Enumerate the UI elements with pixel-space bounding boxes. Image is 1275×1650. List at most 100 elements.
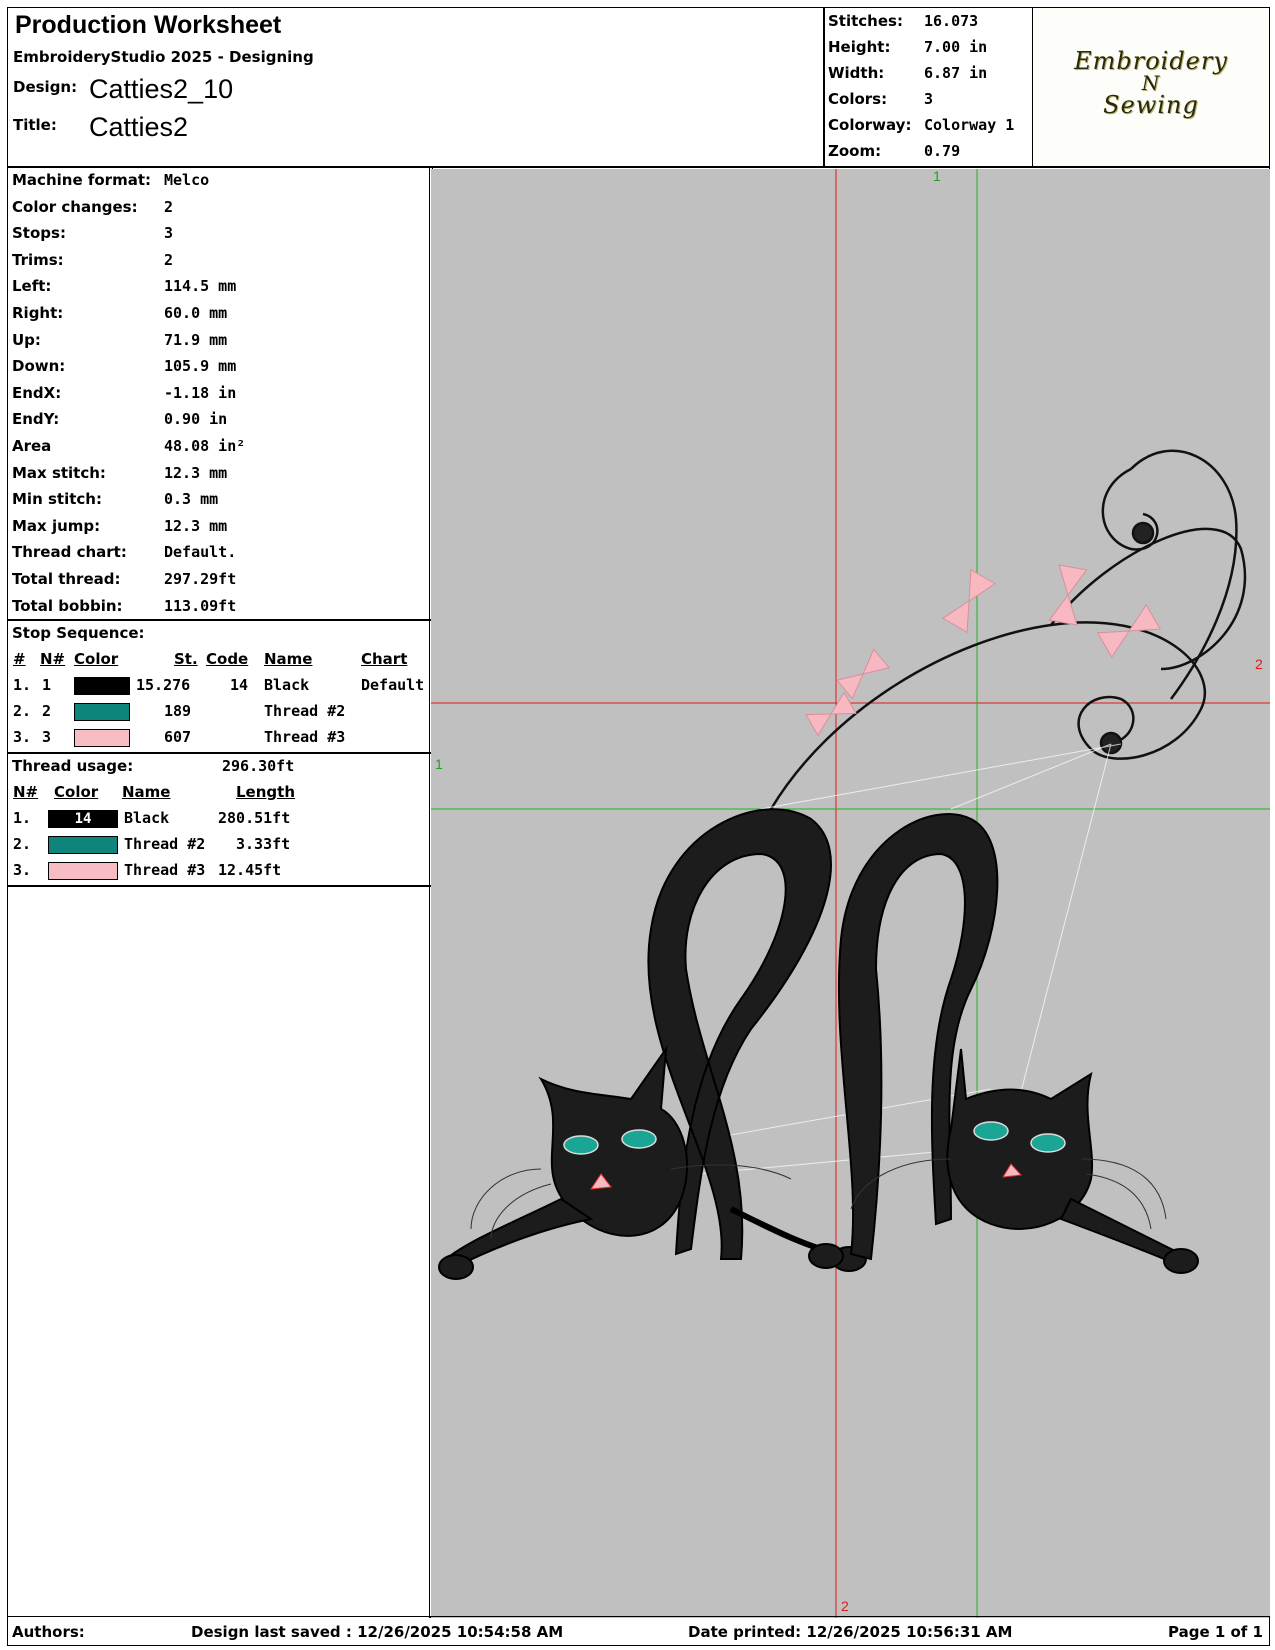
stop-row-stitches: 189 (164, 702, 192, 720)
usage-row-name: Thread #3 (124, 861, 206, 879)
stop-row-color-swatch (74, 729, 130, 747)
usage-row-length: 280.51ft (218, 809, 291, 827)
machine-value: 297.29ft (164, 570, 237, 588)
right-cat-paw (1163, 1248, 1199, 1274)
col-header-code: Code (206, 650, 249, 668)
machine-label: Left: (12, 277, 52, 296)
machine-label: Max stitch: (12, 463, 106, 482)
thread-usage-box: Thread usage: 296.30ft N# Color Name Len… (7, 752, 433, 887)
summary-label: Colorway: (828, 116, 912, 134)
stop-row-n: 1 (42, 676, 52, 694)
machine-value: 105.9 mm (164, 357, 237, 376)
machine-value: Melco (164, 171, 210, 189)
usage-row-length: 12.45ft (218, 861, 282, 879)
usage-header-length: Length (236, 783, 295, 801)
usage-row-name: Black (124, 809, 170, 827)
stop-sequence-box: Stop Sequence: # N# Color St. Code Name … (7, 619, 433, 754)
right-cat-paw-back (808, 1243, 844, 1269)
machine-value: 60.0 mm (164, 304, 228, 322)
thread-usage-heading: Thread usage: (12, 757, 134, 775)
machine-label: Down: (12, 357, 66, 376)
left-empty-panel (7, 885, 433, 1618)
usage-row-n: 2. (13, 835, 32, 853)
right-cat-front-leg (1059, 1197, 1183, 1266)
stop-sequence-heading: Stop Sequence: (12, 624, 145, 642)
machine-label: Up: (12, 330, 41, 349)
embroidery-sewing-logo: Embroidery N Sewing (1074, 47, 1228, 119)
usage-row-name: Thread #2 (124, 835, 206, 853)
machine-value: 114.5 mm (164, 277, 237, 296)
stop-row-n: 3 (42, 728, 52, 746)
summary-value: 6.87 in (924, 64, 988, 82)
bow-4 (1048, 564, 1088, 626)
machine-label: EndX: (12, 383, 62, 402)
machine-value: 0.90 in (164, 410, 228, 429)
header-box: Production Worksheet EmbroideryStudio 20… (7, 7, 825, 168)
col-header-name: Name (264, 650, 313, 668)
axis-label-top: 1 (933, 169, 941, 184)
machine-label: Area (12, 437, 52, 455)
col-header-n: N# (40, 650, 66, 668)
machine-value: 2 (164, 250, 174, 269)
usage-header-n: N# (13, 783, 39, 801)
left-cat-eye-left (563, 1135, 599, 1155)
axis-label-right: 2 (1255, 656, 1263, 672)
design-preview-svg: 1 1 2 2 (431, 169, 1270, 1618)
bow-5 (1096, 603, 1162, 659)
stop-row-n: 2 (42, 702, 52, 720)
stop-row-stitches: 607 (164, 728, 192, 746)
col-header-num: # (13, 650, 26, 668)
stop-row-name: Black (264, 676, 310, 694)
stop-row-name: Thread #3 (264, 728, 346, 746)
machine-label: EndY: (12, 410, 60, 429)
machine-value: 3 (164, 224, 174, 243)
machine-label: Right: (12, 304, 64, 322)
footer-authors: Authors: (12, 1623, 85, 1641)
machine-label: Trims: (12, 250, 64, 269)
footer-last-saved: Design last saved : 12/26/2025 10:54:58 … (191, 1623, 564, 1641)
bow-1 (805, 691, 857, 737)
machine-value: 2 (164, 197, 174, 216)
machine-label: Max jump: (12, 516, 101, 535)
machine-label: Machine format: (12, 171, 151, 189)
thread-usage-total: 296.30ft (222, 757, 295, 775)
machine-label: Total bobbin: (12, 596, 123, 615)
logo-box: Embroidery N Sewing (1032, 7, 1270, 168)
usage-row-color-swatch (48, 836, 118, 854)
footer-page-number: Page 1 of 1 (1168, 1623, 1263, 1641)
design-label: Design: (13, 78, 78, 96)
machine-info-box: Machine format: Melco Color changes: 2 Stops… (7, 166, 433, 621)
col-header-st: St. (174, 650, 198, 668)
stop-row-stitches: 15.276 (136, 676, 191, 694)
left-cat-eye-right (621, 1129, 657, 1149)
machine-value: 12.3 mm (164, 516, 228, 535)
usage-header-color: Color (54, 783, 99, 801)
machine-value: 113.09ft (164, 596, 237, 615)
bow-2 (835, 648, 891, 700)
usage-row-color-swatch: 14 (48, 810, 118, 828)
summary-label: Colors: (828, 90, 888, 108)
machine-label: Color changes: (12, 197, 138, 216)
bow-3 (941, 568, 997, 634)
footer-date-printed: Date printed: 12/26/2025 10:56:31 AM (688, 1623, 1013, 1641)
summary-label: Zoom: (828, 142, 882, 160)
machine-value: 71.9 mm (164, 330, 228, 349)
axis-label-left: 1 (435, 756, 443, 772)
summary-label: Stitches: (828, 12, 903, 30)
summary-value: 7.00 in (924, 38, 988, 56)
machine-label: Min stitch: (12, 490, 102, 509)
usage-row-n: 3. (13, 861, 32, 879)
usage-header-name: Name (122, 783, 171, 801)
usage-row-color-swatch (48, 862, 118, 880)
usage-row-length: 3.33ft (236, 835, 291, 853)
stop-row-num: 1. (13, 676, 32, 694)
stop-row-num: 3. (13, 728, 32, 746)
title-value: Catties2 (89, 112, 189, 142)
footer-box: Authors: Design last saved : 12/26/2025 … (7, 1616, 1270, 1646)
design-value: Catties2_10 (89, 74, 234, 104)
design-preview-canvas: 1 1 2 2 (431, 169, 1270, 1618)
summary-value: 16.073 (924, 12, 979, 30)
curly-tail (769, 449, 1247, 810)
machine-value: 12.3 mm (164, 463, 228, 482)
summary-value: Colorway 1 (924, 116, 1015, 134)
